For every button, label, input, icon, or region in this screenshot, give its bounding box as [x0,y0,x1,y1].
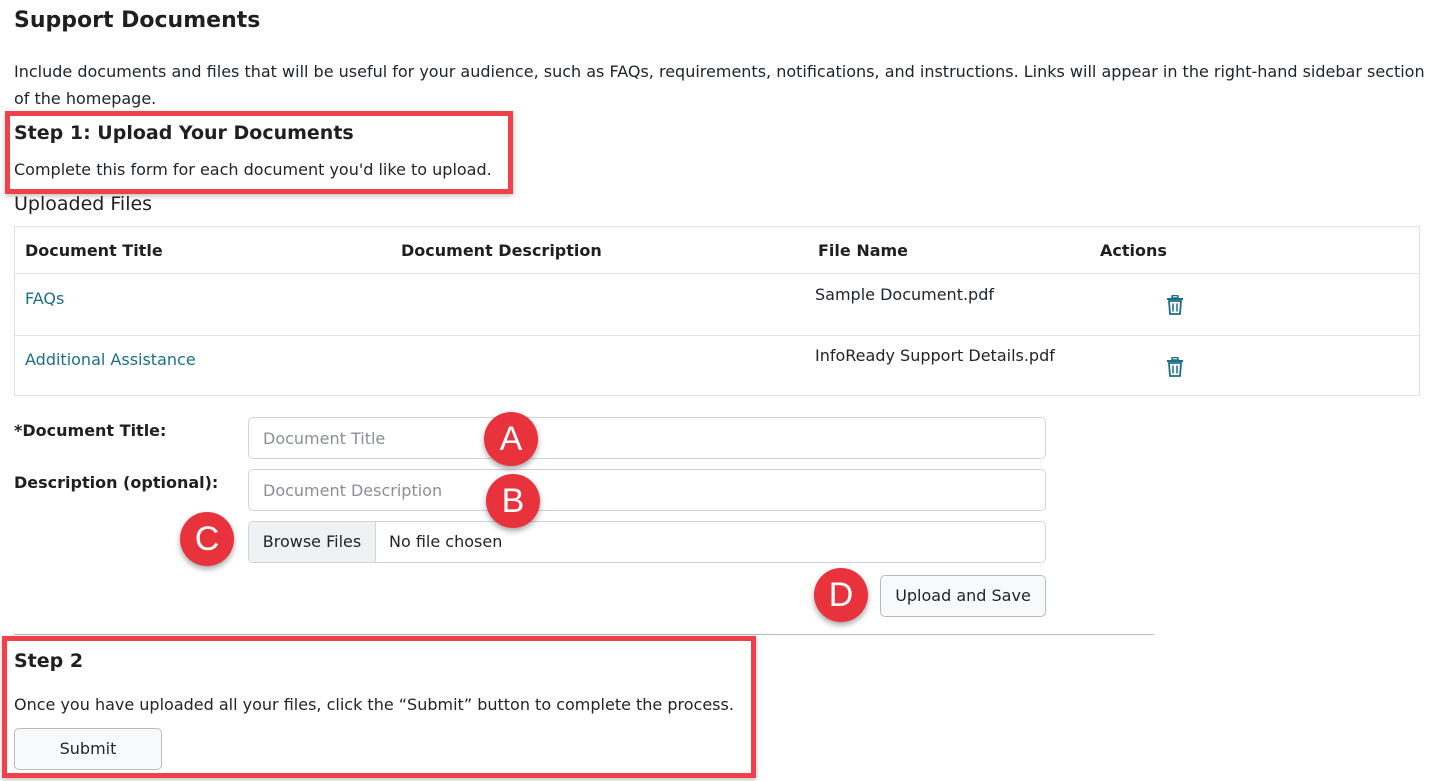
step2-highlight-box [2,636,756,778]
annotation-badge-d: D [814,568,868,622]
upload-and-save-button[interactable]: Upload and Save [880,575,1046,617]
document-title-label: *Document Title: [14,421,167,440]
document-title-link[interactable]: Additional Assistance [25,350,196,369]
section-divider [14,634,1154,635]
table-row: Additional Assistance InfoReady Support … [15,336,1419,396]
page-title: Support Documents [14,8,261,33]
trash-icon[interactable] [1166,294,1184,315]
document-description-input[interactable] [248,469,1046,511]
browse-files-button[interactable]: Browse Files [249,522,376,562]
document-title-input[interactable] [248,417,1046,459]
annotation-badge-c: C [180,512,234,566]
column-header-document-title: Document Title [25,241,163,260]
trash-icon[interactable] [1166,356,1184,377]
uploaded-files-table: Document Title Document Description File… [14,226,1420,396]
document-title-link[interactable]: FAQs [25,289,64,308]
file-status-text: No file chosen [389,532,503,551]
table-header-row: Document Title Document Description File… [15,227,1419,274]
file-name-cell: Sample Document.pdf [815,285,994,304]
description-label: Description (optional): [14,473,219,492]
column-header-document-description: Document Description [401,241,602,260]
page-intro: Include documents and files that will be… [14,62,1425,108]
column-header-file-name: File Name [818,241,909,260]
file-name-cell: InfoReady Support Details.pdf [815,346,1055,365]
annotation-badge-a: A [484,412,538,466]
step1-highlight-box [5,111,513,194]
table-row: FAQs Sample Document.pdf [15,274,1419,336]
file-upload-field[interactable]: Browse Files No file chosen [248,521,1046,563]
column-header-actions: Actions [1100,241,1167,260]
uploaded-files-label: Uploaded Files [14,193,153,215]
annotation-badge-b: B [486,474,540,528]
